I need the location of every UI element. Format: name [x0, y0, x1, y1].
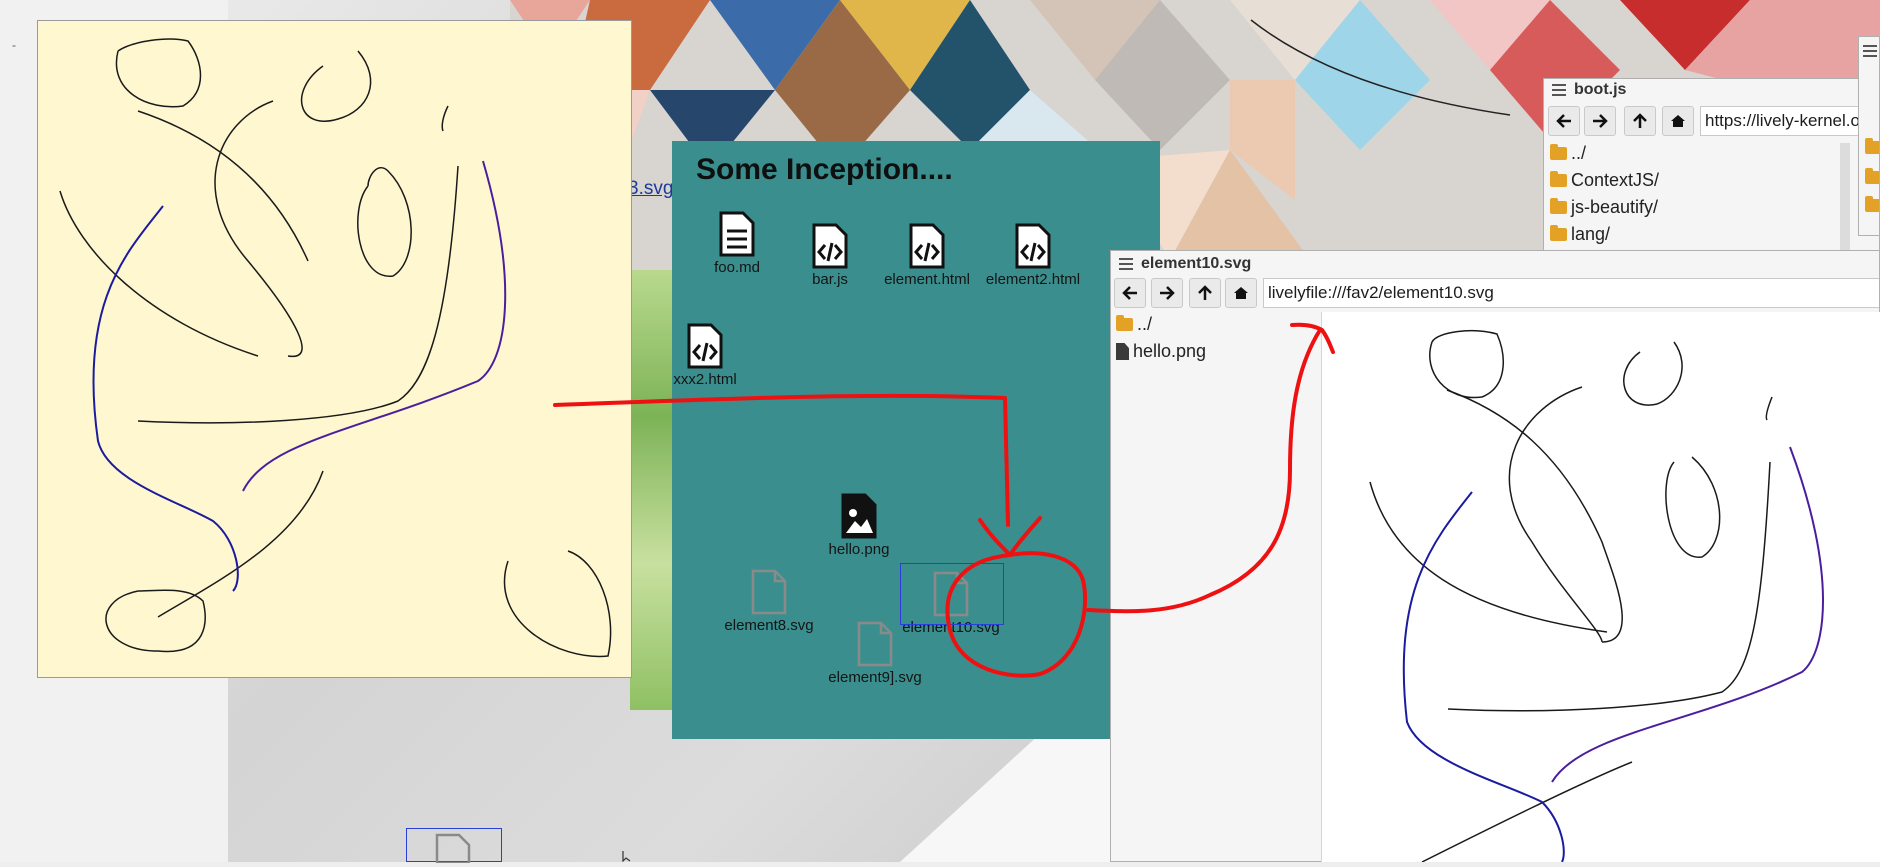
red-annotation-overlay — [553, 322, 1335, 678]
